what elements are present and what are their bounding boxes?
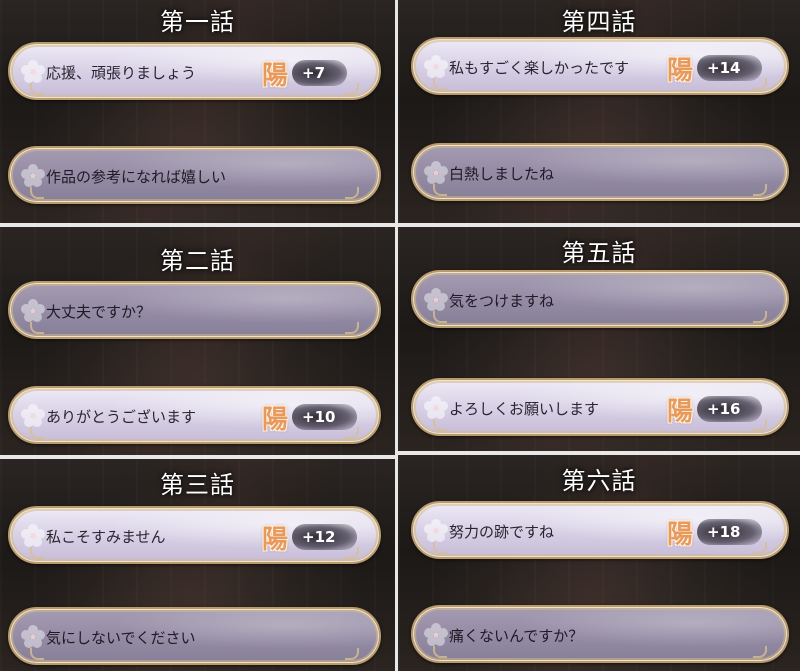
choice-button[interactable]: 白熱しましたね	[411, 143, 789, 201]
yang-badge-icon: 陽	[666, 396, 693, 427]
episode-panel-6: 第六話 努力の跡ですね 陽 +18 痛くないんですか？	[398, 455, 800, 671]
episode-title: 第四話	[561, 8, 637, 36]
frame-ornament	[345, 187, 359, 199]
frame-ornament	[345, 322, 359, 334]
frame-ornament	[753, 311, 767, 323]
choice-label: 気をつけますね	[449, 292, 555, 310]
episode-title: 第一話	[160, 8, 235, 36]
choice-button[interactable]: 努力の跡ですね 陽 +18	[411, 501, 789, 559]
choice-button[interactable]: 応援、頑張りましょう 陽 +7	[8, 42, 381, 100]
frame-ornament	[433, 419, 447, 431]
frame-ornament	[753, 184, 767, 196]
episode-title: 第三話	[160, 471, 235, 499]
frame-ornament	[753, 419, 767, 431]
frame-ornament	[30, 648, 44, 660]
episode-title: 第二話	[160, 247, 235, 275]
frame-ornament	[30, 427, 44, 439]
frame-ornament	[345, 547, 359, 559]
yang-badge-icon: 陽	[261, 524, 288, 555]
choice-button[interactable]: 私こそすみません 陽 +12	[8, 506, 381, 564]
frame-ornament	[753, 542, 767, 554]
choice-button[interactable]: よろしくお願いします 陽 +16	[411, 378, 789, 436]
episode-panel-2: 第二話 大丈夫ですか？ ありがとうございます 陽 +10	[0, 227, 395, 455]
choice-button[interactable]: 作品の参考になれば嬉しい	[8, 146, 381, 204]
frame-ornament	[30, 187, 44, 199]
frame-ornament	[433, 542, 447, 554]
choice-button[interactable]: 私もすごく楽しかったです 陽 +14	[411, 37, 789, 95]
choice-button[interactable]: 痛くないんですか？	[411, 605, 789, 663]
choice-label: 私こそすみません	[46, 528, 166, 546]
choice-label: よろしくお願いします	[449, 400, 600, 418]
frame-ornament	[753, 646, 767, 658]
frame-ornament	[433, 78, 447, 90]
choice-label: 努力の跡ですね	[449, 523, 555, 541]
frame-ornament	[753, 78, 767, 90]
frame-ornament	[433, 184, 447, 196]
choice-button[interactable]: ありがとうございます 陽 +10	[8, 386, 381, 444]
choice-label: 私もすごく楽しかったです	[449, 59, 630, 77]
yang-badge-icon: 陽	[666, 55, 693, 86]
affection-score: +7	[292, 60, 348, 86]
frame-ornament	[345, 648, 359, 660]
yang-badge-icon: 陽	[261, 60, 288, 91]
choice-label: 作品の参考になれば嬉しい	[46, 168, 227, 186]
choice-label: 気にしないでください	[46, 629, 196, 647]
episode-title: 第五話	[561, 239, 637, 267]
choice-button[interactable]: 大丈夫ですか？	[8, 281, 381, 339]
yang-badge-icon: 陽	[666, 519, 693, 550]
frame-ornament	[30, 83, 44, 95]
frame-ornament	[30, 547, 44, 559]
choice-label: 痛くないんですか？	[449, 627, 584, 645]
choice-button[interactable]: 気をつけますね	[411, 270, 789, 328]
choice-button[interactable]: 気にしないでください	[8, 607, 381, 665]
frame-ornament	[30, 322, 44, 334]
choice-label: 大丈夫ですか？	[46, 303, 152, 321]
episode-title: 第六話	[561, 467, 637, 495]
frame-ornament	[345, 427, 359, 439]
episode-panel-3: 第三話 私こそすみません 陽 +12 気にしないでください	[0, 459, 395, 671]
episode-panel-4: 第四話 私もすごく楽しかったです 陽 +14 白熱しましたね	[398, 0, 800, 223]
frame-ornament	[433, 646, 447, 658]
choice-label: 白熱しましたね	[449, 165, 555, 183]
frame-ornament	[345, 83, 359, 95]
choice-label: ありがとうございます	[46, 408, 197, 426]
episode-panel-1: 第一話 応援、頑張りましょう 陽 +7 作品の参考になれば嬉しい	[0, 0, 395, 223]
choice-label: 応援、頑張りましょう	[46, 64, 197, 82]
frame-ornament	[433, 311, 447, 323]
episode-panel-5: 第五話 気をつけますね よろしくお願いします 陽 +16	[398, 227, 800, 451]
yang-badge-icon: 陽	[261, 404, 288, 435]
